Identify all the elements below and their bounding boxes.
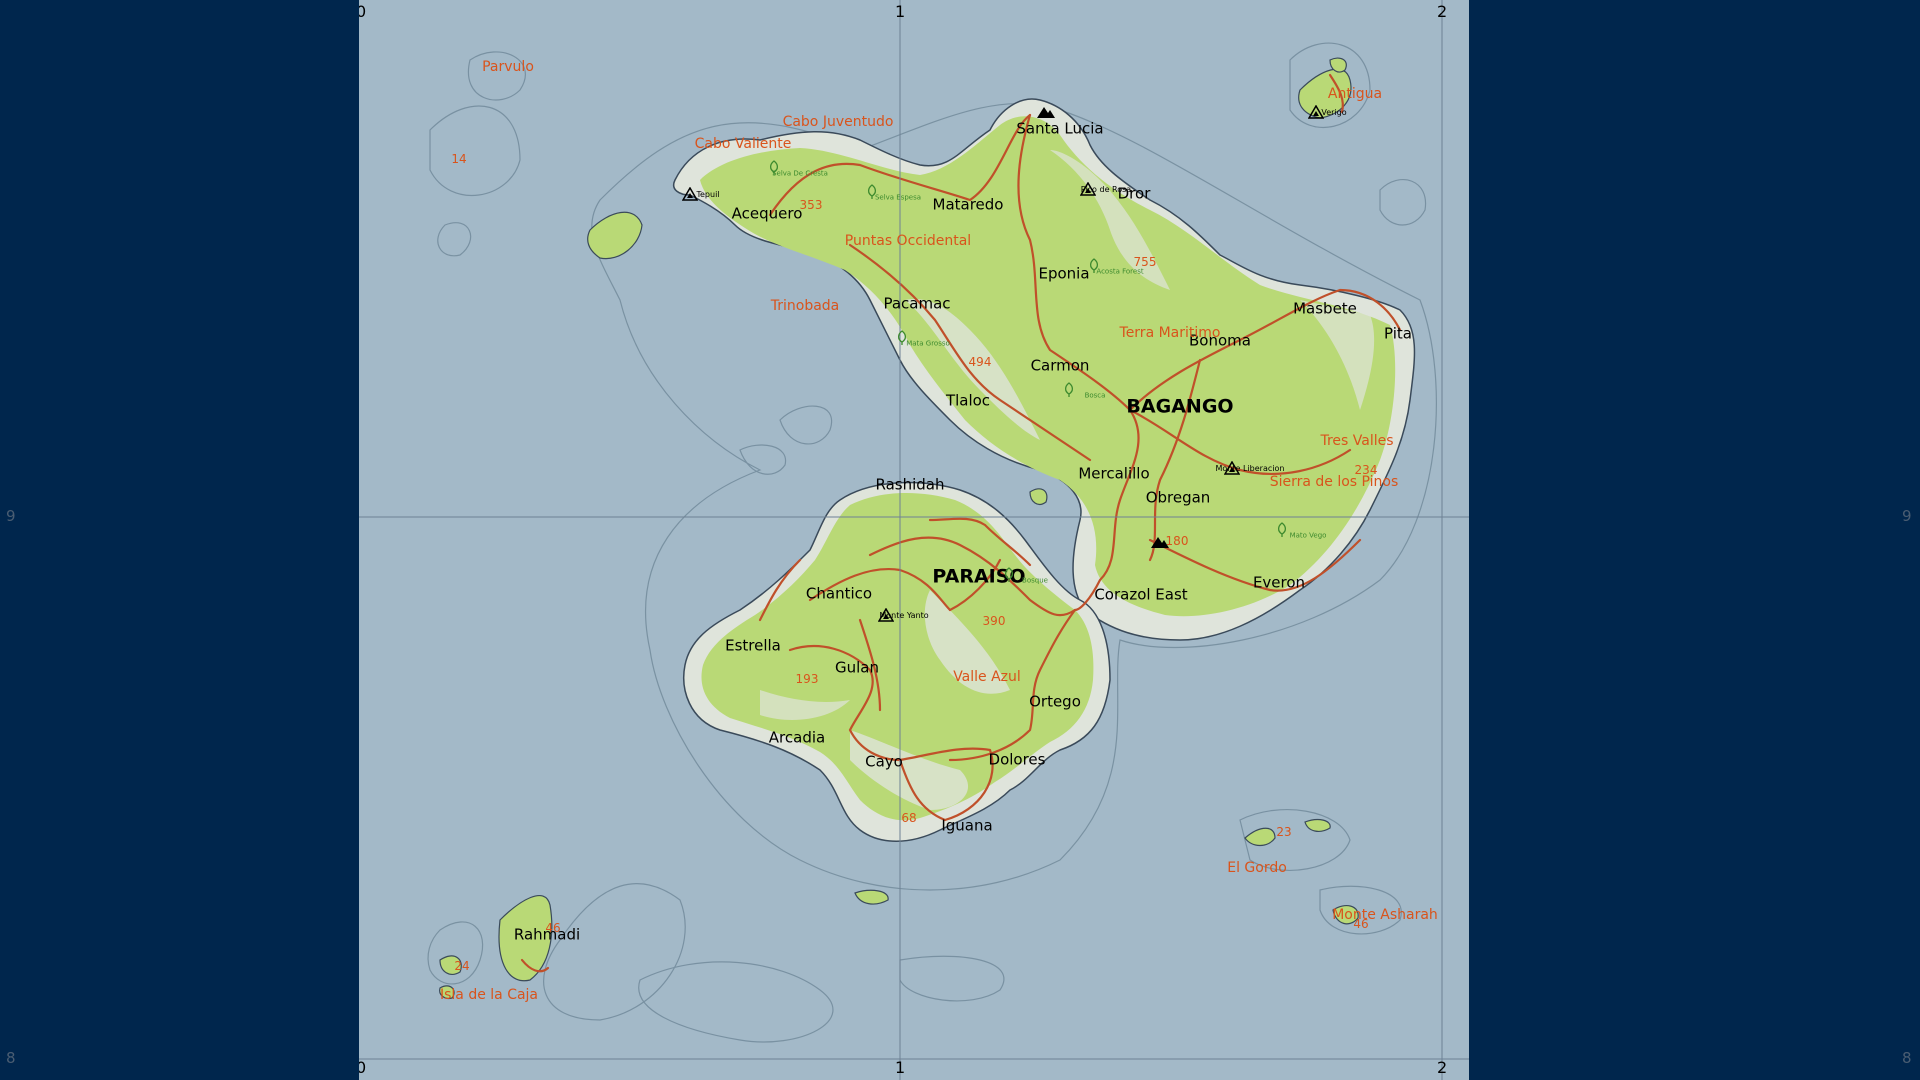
town-label-dolores[interactable]: Dolores <box>989 752 1046 768</box>
forest-label-selva-espesa[interactable]: Selva Espesa <box>875 194 921 202</box>
forest-label-acosta-forest[interactable]: Acosta Forest <box>1096 268 1143 276</box>
forest-label-bosca[interactable]: Bosca <box>1085 392 1106 400</box>
region-label-valle-azul[interactable]: Valle Azul <box>953 670 1021 684</box>
grid-label-top-1: 1 <box>895 2 906 21</box>
town-label-estrella[interactable]: Estrella <box>725 638 781 654</box>
elevation-label[interactable]: 494 <box>969 356 992 368</box>
town-label-cayo[interactable]: Cayo <box>865 754 903 770</box>
town-label-mataredo[interactable]: Mataredo <box>933 197 1004 213</box>
elevation-label[interactable]: 390 <box>983 615 1006 627</box>
town-label-ortego[interactable]: Ortego <box>1029 694 1081 710</box>
town-label-arcadia[interactable]: Arcadia <box>769 730 825 746</box>
elevation-label[interactable]: 46 <box>1353 918 1368 930</box>
map-panel[interactable]: 0 1 2 0 1 2 BAGANGO PARAISO Santa Lucia Dro… <box>359 0 1469 1080</box>
town-label-santa-lucia[interactable]: Santa Lucia <box>1016 121 1103 137</box>
town-label-eponia[interactable]: Eponia <box>1038 266 1089 282</box>
forest-label-selva-de-cresta[interactable]: Selva De Cresta <box>772 170 828 178</box>
town-label-iguana[interactable]: Iguana <box>941 818 992 834</box>
region-label-parvulo[interactable]: Parvulo <box>482 60 534 74</box>
region-label-trinobada[interactable]: Trinobada <box>771 299 840 313</box>
town-label-mercalillo[interactable]: Mercalillo <box>1078 466 1149 482</box>
grid-label-right-8: 8 <box>1902 1049 1912 1067</box>
town-label-tlaloc[interactable]: Tlaloc <box>946 393 990 409</box>
south-island <box>683 481 1111 842</box>
poi-label-monte-yanto[interactable]: Monte Yanto <box>879 612 928 620</box>
forest-label-mato-vego[interactable]: Mato Vego <box>1290 532 1327 540</box>
region-label-antigua[interactable]: Antigua <box>1328 87 1382 101</box>
grid-label-bottom-0: 0 <box>359 1058 367 1077</box>
grid-label-left-9: 9 <box>6 507 16 525</box>
poi-label-verigo[interactable]: Verigo <box>1321 109 1346 117</box>
poi-label-monte-liberacion[interactable]: Monte Liberacion <box>1216 465 1285 473</box>
town-label-rashidah[interactable]: Rashidah <box>876 477 945 493</box>
grid-label-bottom-1: 1 <box>895 1058 906 1077</box>
region-label-monte-asharah[interactable]: Monte Asharah <box>1332 908 1438 922</box>
city-label-bagango[interactable]: BAGANGO <box>1126 397 1233 417</box>
elevation-label[interactable]: 234 <box>1355 464 1378 476</box>
region-label-cabo-valiente[interactable]: Cabo Valiente <box>695 137 792 151</box>
region-label-el-gordo[interactable]: El Gordo <box>1227 861 1287 875</box>
elevation-label[interactable]: 24 <box>454 960 469 972</box>
town-label-corazol-east[interactable]: Corazol East <box>1094 587 1187 603</box>
elevation-label[interactable]: 23 <box>1276 826 1291 838</box>
forest-label-bosque[interactable]: Bosque <box>1022 577 1048 585</box>
grid-label-left-8: 8 <box>6 1049 16 1067</box>
grid-label-top-0: 0 <box>359 2 367 21</box>
region-label-cabo-juventudo[interactable]: Cabo Juventudo <box>783 115 894 129</box>
elevation-label[interactable]: 353 <box>800 199 823 211</box>
terrain-layer <box>359 0 1469 1080</box>
elevation-label[interactable]: 755 <box>1134 256 1157 268</box>
town-label-acequero[interactable]: Acequero <box>732 206 803 222</box>
town-label-masbete[interactable]: Masbete <box>1293 301 1357 317</box>
region-label-isla-de-la-caja[interactable]: Isla de la Caja <box>440 988 538 1002</box>
town-label-everon[interactable]: Everon <box>1253 575 1305 591</box>
grid-label-bottom-2: 2 <box>1437 1058 1448 1077</box>
grid-label-right-9: 9 <box>1902 507 1912 525</box>
poi-label-pico-de-rosa[interactable]: Pico de Rosa <box>1081 186 1131 194</box>
town-label-chantico[interactable]: Chantico <box>806 586 872 602</box>
grid-label-top-2: 2 <box>1437 2 1448 21</box>
town-label-pita[interactable]: Pita <box>1384 326 1412 342</box>
poi-label-tepuil[interactable]: Tepuil <box>696 191 719 199</box>
region-label-tres-valles[interactable]: Tres Valles <box>1320 434 1393 448</box>
elevation-label[interactable]: 68 <box>901 812 916 824</box>
town-label-gulan[interactable]: Gulan <box>835 660 879 676</box>
elevation-label[interactable]: 14 <box>451 153 466 165</box>
forest-label-mata-grosso[interactable]: Mata Grosso <box>906 340 950 348</box>
town-label-pacamac[interactable]: Pacamac <box>883 296 950 312</box>
region-label-puntas-occidental[interactable]: Puntas Occidental <box>845 234 971 248</box>
region-label-sierra-de-los-pinos[interactable]: Sierra de los Pinos <box>1270 475 1399 489</box>
town-label-obregan[interactable]: Obregan <box>1146 490 1211 506</box>
elevation-label[interactable]: 193 <box>796 673 819 685</box>
town-label-carmon[interactable]: Carmon <box>1031 358 1090 374</box>
elevation-label[interactable]: 46 <box>545 922 560 934</box>
region-label-terra-maritimo[interactable]: Terra Maritimo <box>1120 326 1221 340</box>
